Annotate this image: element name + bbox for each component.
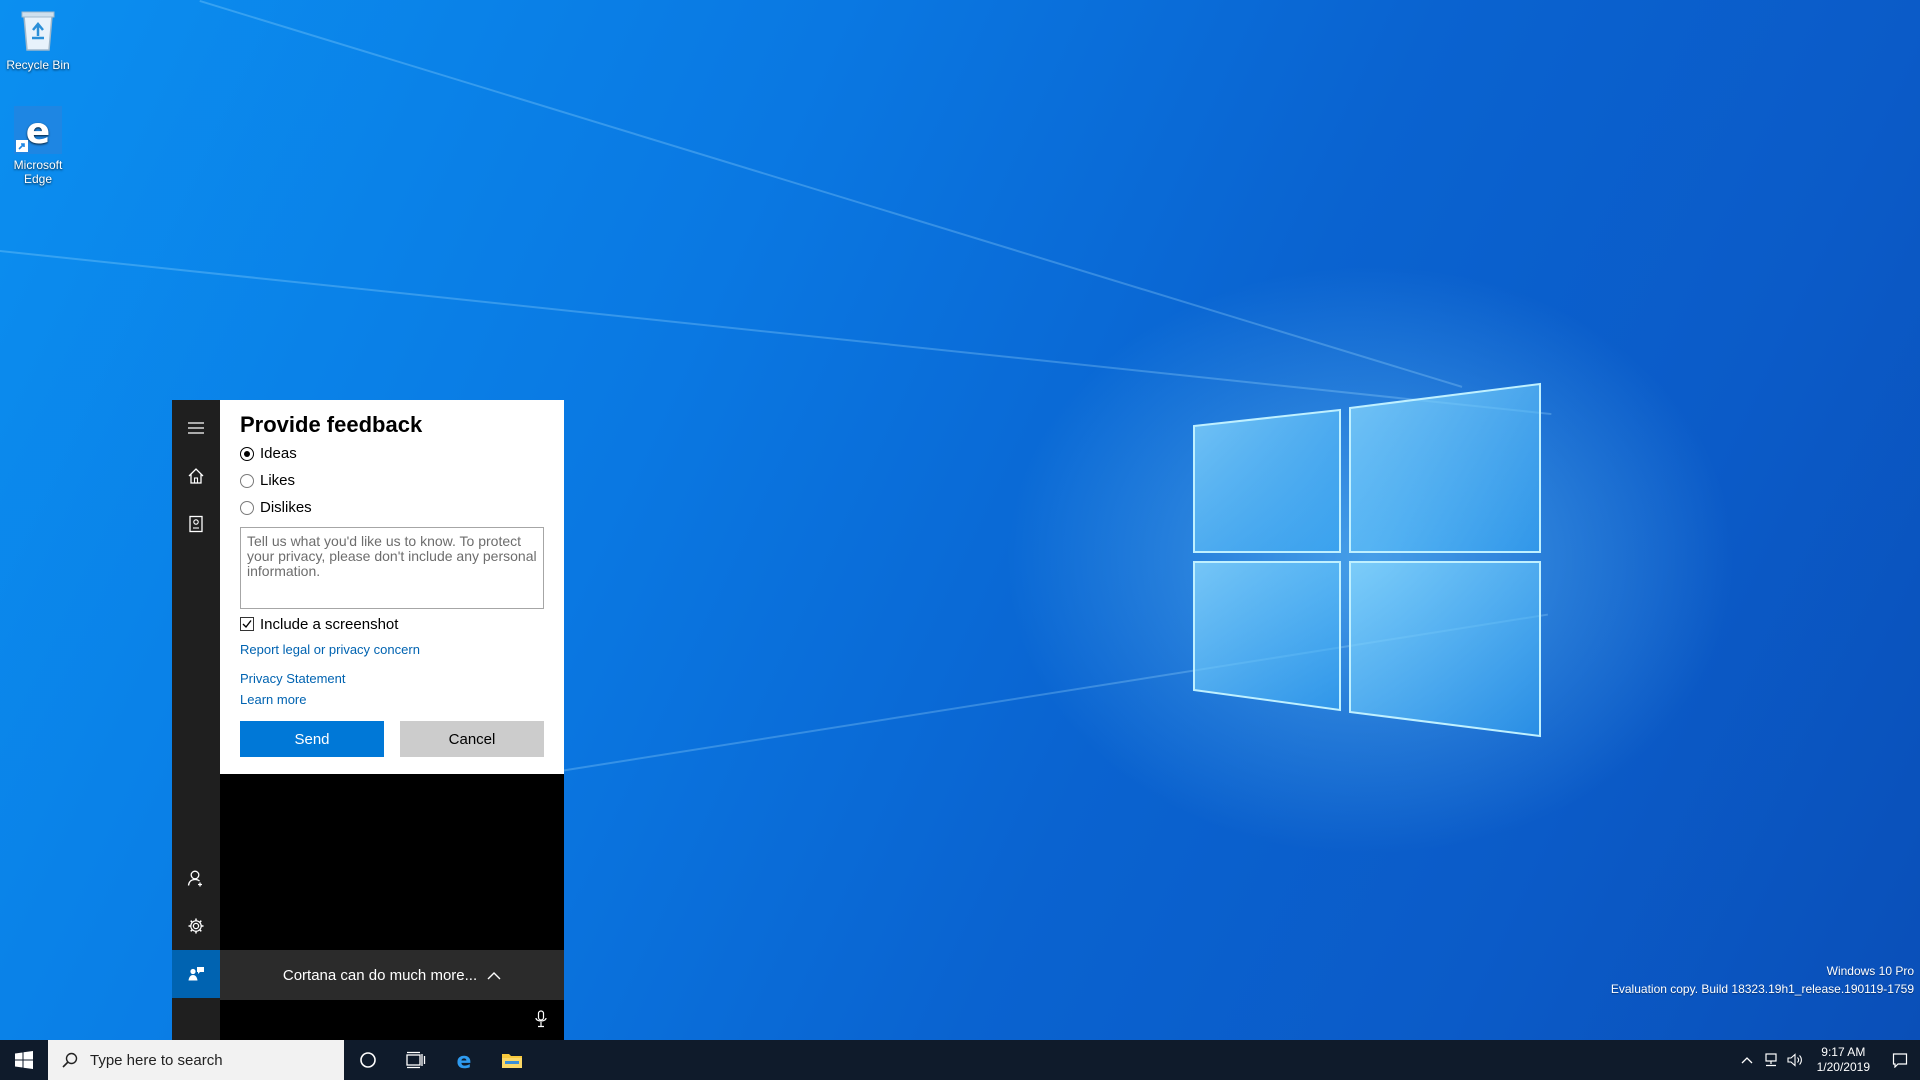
menu-button[interactable] <box>172 404 220 452</box>
clock-time: 9:17 AM <box>1821 1045 1866 1059</box>
windows-logo-wallpaper <box>1193 382 1541 738</box>
home-button[interactable] <box>172 452 220 500</box>
send-button[interactable]: Send <box>240 721 384 757</box>
windows-start-icon <box>15 1051 33 1069</box>
person-icon <box>187 870 202 887</box>
task-view-icon <box>406 1051 426 1069</box>
feedback-form: Provide feedback Ideas Likes Dislikes In… <box>220 400 564 774</box>
edge-icon: e <box>457 1049 472 1071</box>
desktop-icon-recycle-bin[interactable]: Recycle Bin <box>2 6 74 72</box>
start-button[interactable] <box>0 1040 48 1080</box>
privacy-statement-link[interactable]: Privacy Statement <box>240 668 544 689</box>
checkmark-icon <box>242 620 252 629</box>
radio-likes[interactable]: Likes <box>240 467 544 494</box>
search-placeholder: Type here to search <box>90 1051 223 1069</box>
radio-dislikes[interactable]: Dislikes <box>240 494 544 521</box>
feedback-icon <box>188 967 204 981</box>
search-icon <box>62 1052 78 1068</box>
system-tray: 9:17 AM 1/20/2019 <box>1735 1040 1920 1080</box>
radio-label: Ideas <box>260 445 297 462</box>
taskbar: Type here to search e 9:17 AM 1/20/2019 <box>0 1040 1920 1080</box>
network-icon <box>1765 1053 1777 1067</box>
light-beam <box>199 0 1463 388</box>
action-center-button[interactable] <box>1880 1040 1920 1080</box>
network-button[interactable] <box>1759 1040 1783 1080</box>
cortana-rail <box>172 400 220 1040</box>
windows-watermark: Windows 10 Pro Evaluation copy. Build 18… <box>1611 962 1914 998</box>
report-concern-link[interactable]: Report legal or privacy concern <box>240 639 544 660</box>
home-icon <box>188 468 204 484</box>
taskbar-search-box[interactable]: Type here to search <box>48 1040 344 1080</box>
cortana-panel: Provide feedback Ideas Likes Dislikes In… <box>172 400 564 1040</box>
cortana-circle-icon <box>360 1052 376 1068</box>
checkbox-label: Include a screenshot <box>260 615 399 633</box>
microphone-button[interactable] <box>532 1008 550 1030</box>
feedback-button[interactable] <box>172 950 220 998</box>
feedback-textarea[interactable] <box>240 527 544 609</box>
button-row: Send Cancel <box>240 721 544 757</box>
file-explorer-button[interactable] <box>488 1040 536 1080</box>
volume-button[interactable] <box>1783 1040 1807 1080</box>
edge-icon: e <box>14 106 62 154</box>
radio-button-checked[interactable] <box>240 446 254 461</box>
task-view-button[interactable] <box>392 1040 440 1080</box>
notification-icon <box>1892 1053 1908 1068</box>
recycle-bin-icon <box>21 11 55 51</box>
speaker-icon <box>1787 1053 1802 1067</box>
chevron-up-icon <box>1741 1057 1753 1064</box>
radio-label: Dislikes <box>260 499 312 516</box>
settings-button[interactable] <box>172 902 220 950</box>
include-screenshot-checkbox[interactable]: Include a screenshot <box>240 611 544 637</box>
watermark-build: Evaluation copy. Build 18323.19h1_releas… <box>1610 982 1914 996</box>
gear-icon <box>188 918 204 934</box>
microphone-icon <box>535 1010 547 1028</box>
cortana-button[interactable] <box>344 1040 392 1080</box>
svg-text:e: e <box>26 111 50 152</box>
learn-more-link[interactable]: Learn more <box>240 689 544 710</box>
account-button[interactable] <box>172 854 220 902</box>
taskbar-clock[interactable]: 9:17 AM 1/20/2019 <box>1807 1045 1880 1075</box>
cortana-more-button[interactable]: Cortana can do much more... <box>220 950 564 1000</box>
svg-text:e: e <box>457 1049 472 1071</box>
feedback-title: Provide feedback <box>240 412 423 437</box>
desktop-icon-label: Recycle Bin <box>6 58 70 72</box>
edge-taskbar-button[interactable]: e <box>440 1040 488 1080</box>
cancel-button[interactable]: Cancel <box>400 721 544 757</box>
desktop-icon-edge[interactable]: e Microsoft Edge <box>2 106 74 186</box>
notebook-button[interactable] <box>172 500 220 548</box>
chevron-up-icon <box>487 971 501 979</box>
radio-label: Likes <box>260 472 296 489</box>
watermark-edition: Windows 10 Pro <box>1826 964 1914 978</box>
show-hidden-icons-button[interactable] <box>1735 1040 1759 1080</box>
hamburger-icon <box>188 422 204 434</box>
radio-button[interactable] <box>240 500 254 515</box>
folder-icon <box>502 1054 522 1068</box>
radio-button[interactable] <box>240 473 254 488</box>
cortana-more-label: Cortana can do much more... <box>282 966 478 984</box>
notebook-icon <box>189 515 203 533</box>
clock-date: 1/20/2019 <box>1816 1060 1870 1074</box>
checkbox-checked[interactable] <box>240 617 254 631</box>
radio-ideas[interactable]: Ideas <box>240 440 544 467</box>
desktop-icon-label: Microsoft Edge <box>13 158 63 186</box>
